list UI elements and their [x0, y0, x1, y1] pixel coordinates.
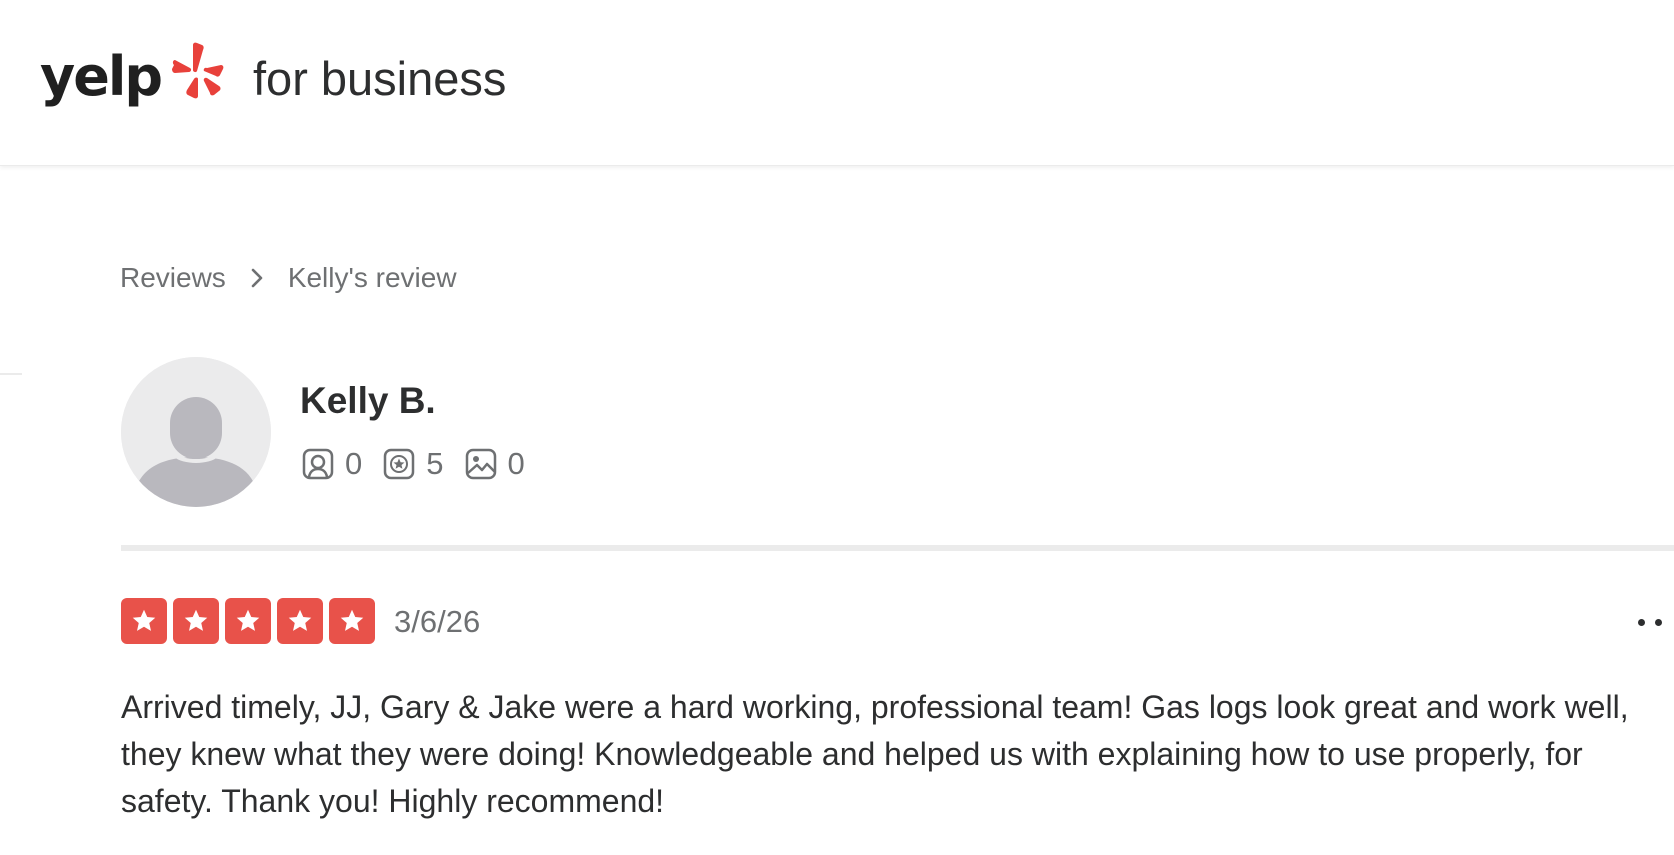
logo-wordmark: yelp	[40, 45, 163, 108]
friends-stat: 0	[301, 446, 362, 482]
breadcrumb-current: Kelly's review	[287, 262, 457, 293]
reviewer-name[interactable]: Kelly B.	[300, 380, 436, 422]
yelp-for-business-logo[interactable]: yelp for business	[40, 40, 506, 120]
photos-count: 0	[507, 446, 525, 481]
review-date: 3/6/26	[394, 604, 481, 639]
default-user-avatar	[121, 357, 271, 507]
review-star-icon	[384, 448, 415, 480]
friends-icon	[302, 448, 334, 480]
breadcrumb-reviews-link[interactable]: Reviews	[120, 262, 226, 294]
top-header: yelp for business	[0, 0, 1674, 166]
review-body-text: Arrived timely, JJ, Gary & Jake were a h…	[121, 689, 1629, 819]
star-icon	[173, 598, 219, 644]
star-icon	[225, 598, 271, 644]
reviews-stat: 5	[382, 446, 444, 482]
side-panel-edge	[0, 373, 22, 375]
star-icon	[121, 598, 167, 644]
star-rating	[121, 598, 381, 644]
logo-subtitle: for business	[253, 51, 507, 105]
star-icon	[329, 598, 375, 644]
yelp-burst-icon	[172, 42, 224, 99]
star-icon	[277, 598, 323, 644]
friends-count: 0	[345, 446, 363, 481]
reviews-count: 5	[426, 446, 444, 481]
chevron-right-icon	[251, 268, 263, 288]
breadcrumb: Reviews Kelly's review	[120, 262, 457, 294]
more-options-icon	[1638, 618, 1645, 626]
section-divider	[121, 545, 1674, 551]
more-options-icon	[1655, 618, 1662, 626]
photos-stat: 0	[464, 446, 525, 482]
reviewer-avatar[interactable]	[121, 357, 271, 507]
more-options-button[interactable]	[1632, 608, 1674, 636]
photo-icon	[465, 448, 496, 480]
reviewer-stats: 0 5 0	[301, 446, 545, 482]
